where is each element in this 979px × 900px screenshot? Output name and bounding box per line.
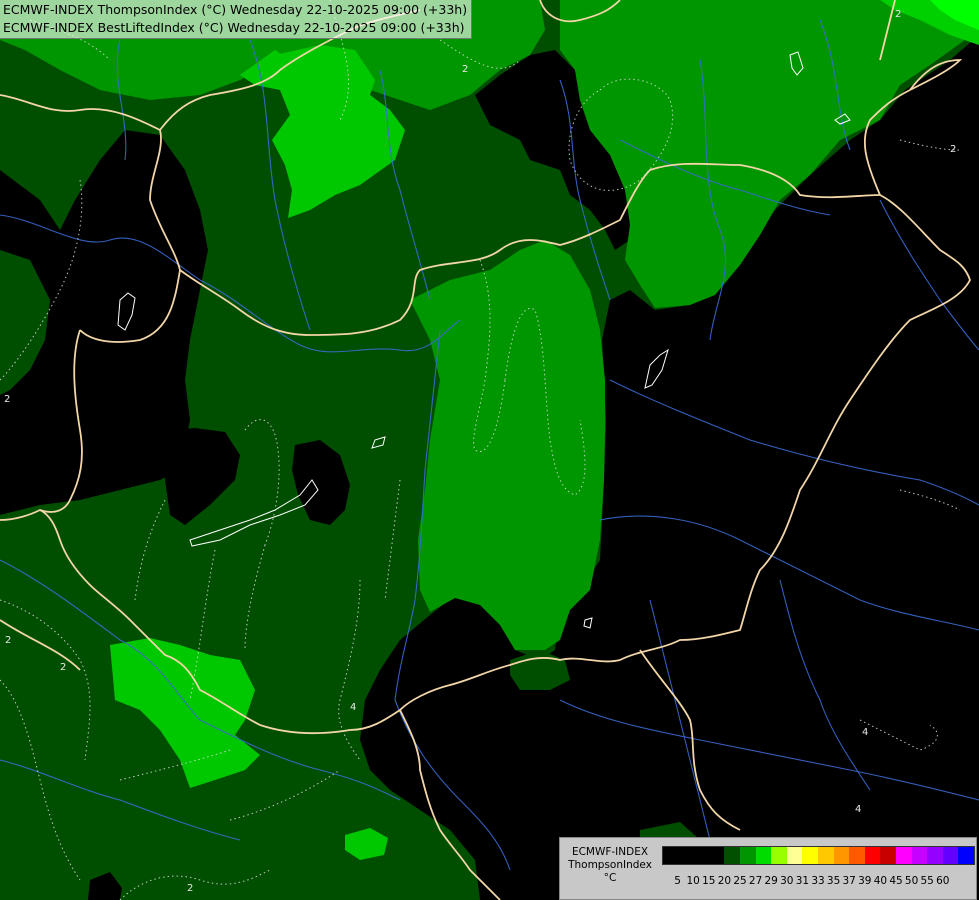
contour-label: 4 [855,804,861,815]
header-line-bestlifted: ECMWF-INDEX BestLiftedIndex (°C) Wednesd… [3,19,465,35]
legend-tick-label: 60 [936,875,950,887]
legend-swatch [958,846,975,865]
legend-swatch [708,846,726,865]
legend-swatch [786,846,804,865]
legend-swatch [662,846,679,865]
legend-title-unit: °C [603,872,617,884]
contour-label: 2 [187,883,193,894]
legend-swatch [771,846,788,865]
legend-swatch [818,846,835,865]
zone-mid-green-center [410,240,605,650]
legend-title-line1: ECMWF-INDEX [571,846,649,858]
map-header: ECMWF-INDEX ThompsonIndex (°C) Wednesday… [0,0,473,39]
weather-map: 2 2 2 2 2 2 4 4 4 2 ECMWF-INDEX Thompson… [0,0,979,900]
legend-swatch [724,846,741,865]
legend-swatch [927,846,944,865]
legend-title: ECMWF-INDEX ThompsonIndex °C [562,846,658,885]
legend-swatch [740,846,757,865]
contour-label: 2 [950,144,956,155]
header-line-thompson: ECMWF-INDEX ThompsonIndex (°C) Wednesday… [3,2,468,17]
legend-swatch [880,846,897,865]
legend-swatch [755,846,773,865]
legend-swatch [693,846,710,865]
color-legend: ECMWF-INDEX ThompsonIndex °C 5 10 15 20 25 27… [559,837,977,900]
contour-label: 4 [350,702,356,713]
contour-label: 4 [862,727,868,738]
legend-swatch [942,846,960,865]
legend-swatch [849,846,866,865]
contour-label: 2 [895,9,901,20]
legend-swatch [833,846,851,865]
legend-swatch [911,846,929,865]
contour-label: 2 [5,635,11,646]
contour-label: 2 [4,394,10,405]
contour-label: 2 [462,64,468,75]
legend-swatch [677,846,695,865]
legend-swatch [802,846,819,865]
legend-swatch [896,846,913,865]
legend-title-line2: ThompsonIndex [568,859,652,871]
contour-label: 2 [60,662,66,673]
thompson-index-map: 2 2 2 2 2 2 4 4 4 2 [0,0,979,900]
legend-swatch [864,846,882,865]
